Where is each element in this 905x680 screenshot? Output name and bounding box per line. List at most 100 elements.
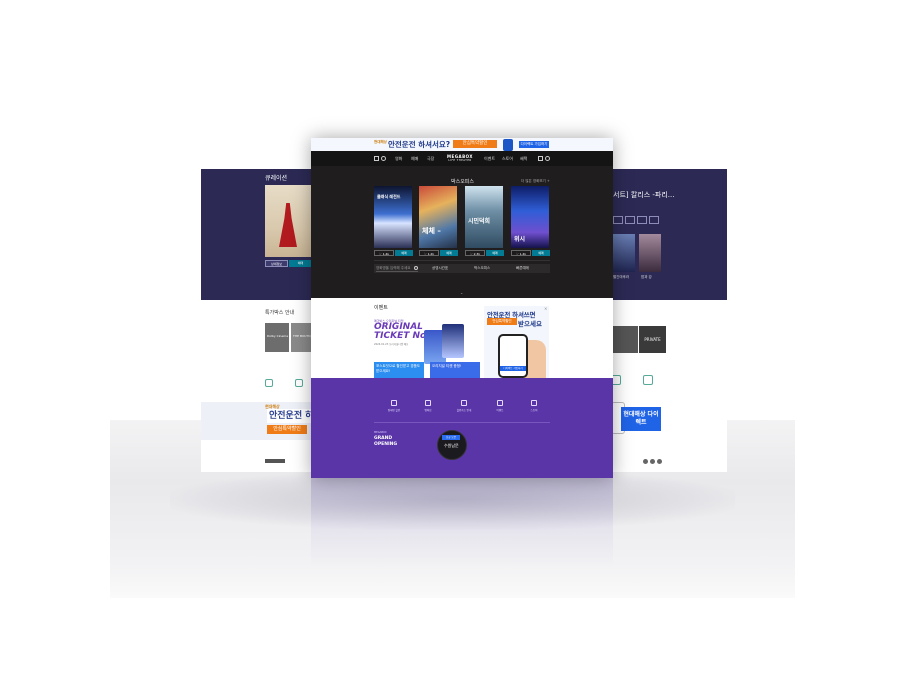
tab-4[interactable]: [649, 216, 659, 224]
left-page-panel: 큐레이션 상세정보 예매 특가박스 안내 Dolby Cinema THE BO…: [201, 169, 321, 472]
event-card-2[interactable]: 오리지널 티켓 증정!: [430, 362, 480, 378]
event-ad-card[interactable]: × 안전운전 하셔쓰면 안심특약할인 받으세요 다이렉트 가입하기: [484, 306, 549, 378]
footer-logo: [265, 459, 285, 463]
like-button-1[interactable]: ♡ 1.4k: [374, 250, 394, 256]
sns-icons: [643, 459, 667, 464]
right-poster-1[interactable]: [613, 234, 635, 272]
grand-opening-brand: MEGABOX: [374, 431, 387, 434]
book-button-1[interactable]: 예매: [395, 250, 413, 256]
quick-link-3[interactable]: 할인카드 안내: [449, 400, 479, 412]
ad-pill: 안심특약할인: [453, 140, 497, 148]
right-promo-button[interactable]: 현대해상 다이렉트: [621, 407, 661, 431]
home-icon[interactable]: [265, 379, 273, 387]
theater-name: 수원남문: [444, 443, 459, 448]
book-button[interactable]: 예매: [289, 260, 312, 267]
calendar-icon[interactable]: [538, 156, 543, 161]
right-poster-2[interactable]: [639, 234, 661, 272]
movie-search-input[interactable]: 영화명을 입력해 주세요: [376, 265, 418, 272]
nav-theater[interactable]: 극장: [427, 156, 434, 162]
event-section: 이벤트 메가박스 오리지널 티켓 ORIGINAL TICKET No.86 20…: [311, 298, 613, 378]
private-thumb[interactable]: PRIVATE: [639, 326, 666, 353]
book-button-4[interactable]: 예매: [532, 250, 550, 256]
quick-link-4[interactable]: 이벤트: [485, 400, 515, 412]
quick-link-5[interactable]: 스토어: [519, 400, 549, 412]
more-movies-link[interactable]: 더 많은 영화보기 +: [521, 179, 550, 184]
quick-link-1[interactable]: 장애인 할인: [379, 400, 409, 412]
like-button-2[interactable]: ♡ 1.2k: [419, 250, 439, 256]
event-cards: 포스트잇으로 할인받고 경품도 받으세요! 오리지널 티켓 증정!: [374, 362, 482, 378]
right-tab-row: [613, 216, 661, 224]
event-ad-button[interactable]: 다이렉트 가입하기: [500, 366, 526, 371]
special-thumbs: Dolby Cinema THE BOUTIQUE: [265, 323, 316, 352]
close-icon[interactable]: ×: [544, 306, 547, 311]
scroll-down-icon[interactable]: ⌄: [460, 290, 463, 295]
movie-poster-1[interactable]: 클래식 레전드: [374, 186, 412, 248]
right-thumb-1[interactable]: [611, 326, 638, 353]
wheelchair-icon: [391, 400, 397, 406]
event-card-1[interactable]: 포스트잇으로 할인받고 경품도 받으세요!: [374, 362, 424, 378]
ad-headline: 안전운전 하셔서요?: [388, 140, 451, 149]
event-description: 2024.01.23 오리지널티켓 배포: [374, 343, 409, 346]
book-button-2[interactable]: 예매: [440, 250, 458, 256]
curation-poster[interactable]: [265, 185, 311, 257]
quick-search-bar: 영화명을 입력해 주세요 상영시간표 박스오피스 빠른예매: [374, 264, 550, 273]
event-ad-tail: 받으세요: [518, 320, 542, 328]
nav-movie[interactable]: 영화: [395, 156, 402, 162]
chat-icon[interactable]: [295, 379, 303, 387]
quick-booking-link[interactable]: 빠른예매: [516, 266, 529, 271]
movie-poster-2[interactable]: 체체 –: [419, 186, 457, 248]
user-icon[interactable]: [545, 156, 550, 161]
main-reflection: [311, 478, 613, 568]
poster-figure: [279, 203, 297, 247]
sns-icon-3[interactable]: [657, 459, 662, 464]
sns-icon-2[interactable]: [650, 459, 655, 464]
nav-benefit[interactable]: 혜택: [520, 156, 527, 162]
search-icon[interactable]: [414, 266, 418, 270]
divider: [374, 260, 550, 261]
main-page: 현대해상 안전운전 하셔서요? 안심특약할인 다이렉트 가입하기 영화 예매 극…: [311, 138, 613, 478]
nav-store[interactable]: 스토어: [502, 156, 513, 162]
megabox-logo[interactable]: MEGABOX LIFE THEATER: [447, 154, 473, 163]
movie-poster-4[interactable]: 위시: [511, 186, 549, 248]
nav-event[interactable]: 이벤트: [484, 156, 495, 162]
dolby-thumb[interactable]: Dolby Cinema: [265, 323, 289, 352]
store-icon: [531, 400, 537, 406]
top-ad-banner[interactable]: 현대해상 안전운전 하셔서요? 안심특약할인 다이렉트 가입하기: [311, 138, 613, 151]
main-nav: 영화 예매 극장 MEGABOX LIFE THEATER 이벤트 스토어 혜택: [311, 151, 613, 166]
like-button-3[interactable]: ♡ 2.3k: [465, 250, 485, 256]
ad-logo: 현대해상: [374, 140, 387, 144]
right-menu-icon[interactable]: [643, 375, 653, 385]
boxoffice-link[interactable]: 박스오피스: [474, 266, 490, 271]
search-icon[interactable]: [381, 156, 386, 161]
timetable-link[interactable]: 상영시간표: [432, 266, 448, 271]
tab-1[interactable]: [613, 216, 623, 224]
movie-poster-3[interactable]: 시민덕희: [465, 186, 503, 248]
card-icon: [461, 400, 467, 406]
divider: [374, 422, 550, 423]
ticket-2: [442, 324, 464, 358]
right-caption-1: 빨간마후라: [613, 275, 630, 279]
boxoffice-title: 박스오피스: [451, 179, 475, 185]
tab-2[interactable]: [625, 216, 635, 224]
book-button-3[interactable]: 예매: [486, 250, 504, 256]
detail-button[interactable]: 상세정보: [265, 260, 288, 267]
left-ad-banner[interactable]: 현대해상 안전운전 하 안심특약할인: [201, 402, 321, 440]
ticket-graphic[interactable]: [424, 324, 474, 364]
grand-opening-title: GRAND OPENING: [374, 436, 398, 447]
curation-section: 큐레이션 상세정보 예매: [201, 169, 321, 300]
curation-section-right: 서트] 칼리스 -파리... 빨간마후라 밤과 강: [603, 169, 727, 300]
tab-3[interactable]: [637, 216, 647, 224]
right-curation-title: 서트] 칼리스 -파리...: [613, 191, 675, 199]
menu-icon[interactable]: [374, 156, 379, 161]
quick-link-2[interactable]: 멤버십: [413, 400, 443, 412]
like-button-4[interactable]: ♡ 1.4k: [511, 250, 531, 256]
sns-icon-1[interactable]: [643, 459, 648, 464]
curation-title: 큐레이션: [265, 175, 288, 182]
quick-menu-section: 장애인 할인 멤버십 할인카드 안내 이벤트 스토어 MEGABOX GRAND…: [311, 378, 613, 478]
new-open-badge: 신규 오픈: [442, 435, 460, 440]
nav-booking[interactable]: 예매: [411, 156, 418, 162]
new-theater-badge[interactable]: 신규 오픈 수원남문: [437, 430, 467, 460]
ad-direct-button[interactable]: 다이렉트 가입하기: [519, 141, 549, 148]
promo-scene: 큐레이션 상세정보 예매 특가박스 안내 Dolby Cinema THE BO…: [0, 0, 905, 680]
event-ad-pill: 안심특약할인: [487, 318, 517, 325]
